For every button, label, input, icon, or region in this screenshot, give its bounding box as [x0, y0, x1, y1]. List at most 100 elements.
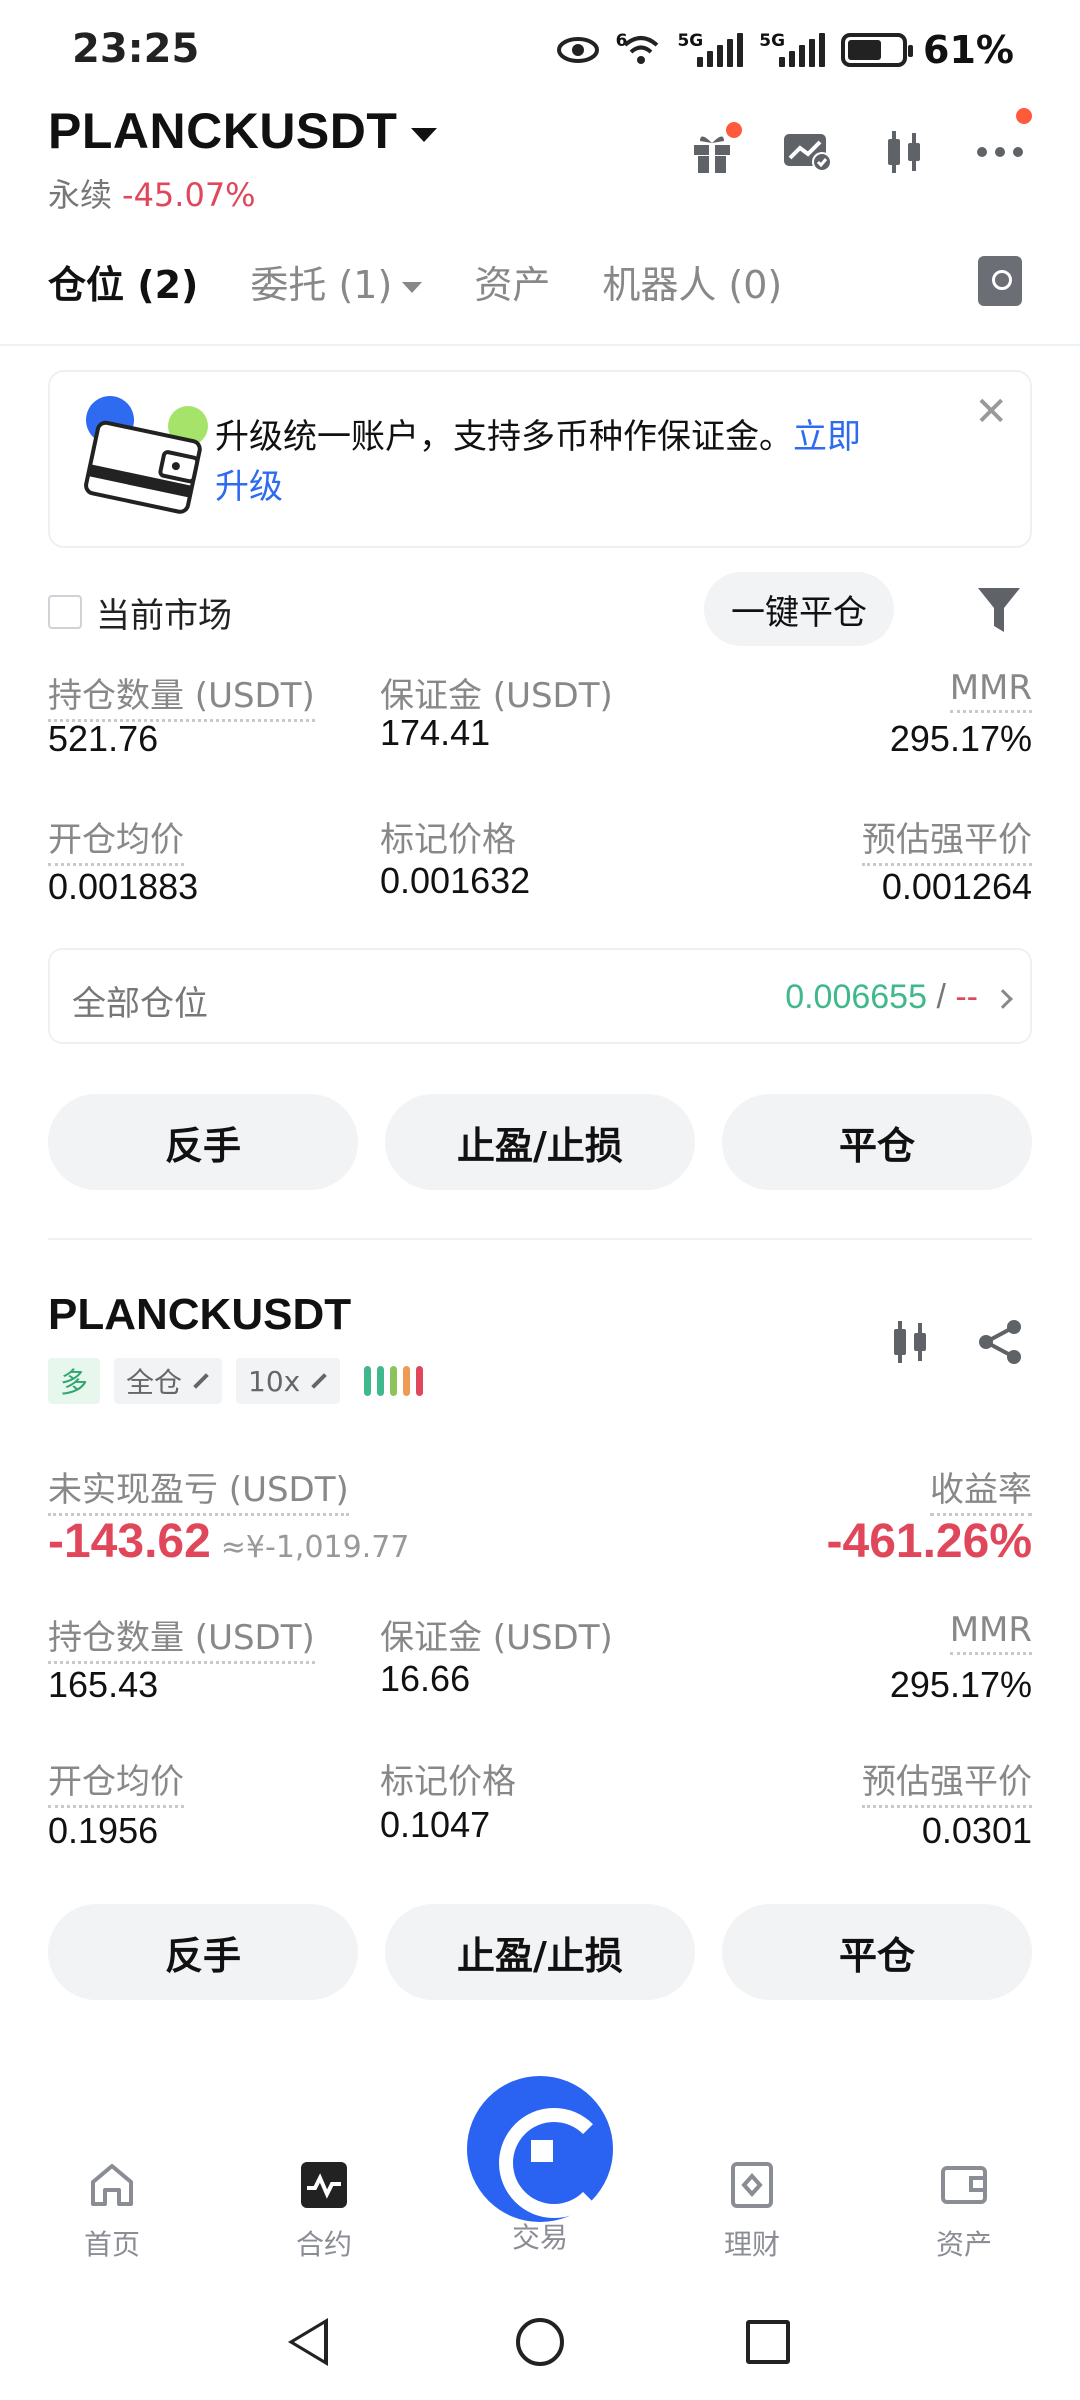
- all-positions-amount: 0.006655: [785, 978, 927, 1016]
- notification-dot: [1016, 108, 1032, 124]
- upgrade-link[interactable]: 立即: [793, 417, 861, 457]
- all-positions-sep: /: [927, 978, 956, 1016]
- nav-assets-label: 资产: [935, 2228, 992, 2261]
- upnl-label[interactable]: 未实现盈亏 (USDT): [48, 1462, 349, 1516]
- battery-percent: 61%: [923, 28, 1014, 72]
- finance-icon: [731, 2162, 773, 2208]
- mark-value: 0.1047: [380, 1804, 491, 1845]
- price-change: -45.07%: [122, 176, 256, 214]
- candlestick-icon[interactable]: [878, 126, 930, 178]
- nav-finance[interactable]: 理财: [692, 2160, 812, 2263]
- margin-value: 174.41: [380, 712, 491, 753]
- candlestick-icon[interactable]: [888, 1319, 932, 1365]
- mmr-label[interactable]: MMR: [949, 668, 1032, 713]
- tpsl-button[interactable]: 止盈/止损: [385, 1904, 695, 2000]
- reverse-button[interactable]: 反手: [48, 1904, 358, 2000]
- nav-trade[interactable]: 交易: [480, 2216, 600, 2256]
- contract-type: 永续: [48, 176, 113, 214]
- entry-value: 0.001883: [48, 866, 199, 907]
- tab-bots[interactable]: 机器人 (0): [602, 254, 782, 309]
- recent-apps-icon[interactable]: [746, 2320, 790, 2364]
- mmr-label[interactable]: MMR: [949, 1610, 1032, 1655]
- roe-label[interactable]: 收益率: [930, 1462, 1032, 1516]
- nav-futures[interactable]: 合约: [264, 2160, 384, 2263]
- tab-orders-label: 委托 (1): [250, 263, 393, 307]
- entry-label[interactable]: 开仓均价: [48, 1754, 184, 1808]
- tab-positions[interactable]: 仓位 (2): [48, 254, 198, 309]
- entry-label[interactable]: 开仓均价: [48, 812, 184, 866]
- liq-value: 0.0301: [921, 1810, 1032, 1851]
- status-icons: 6 5G 5G 61%: [556, 28, 1014, 72]
- liq-value: 0.001264: [881, 866, 1032, 907]
- margin-value: 16.66: [380, 1658, 471, 1699]
- mark-value: 0.001632: [380, 860, 531, 901]
- divider: [48, 1238, 1032, 1240]
- leverage-label: 10x: [248, 1364, 301, 1398]
- position-badges: 多 全仓 10x: [48, 1358, 424, 1404]
- pos-qty-value: 521.76: [48, 718, 159, 759]
- header-actions: [686, 108, 1032, 178]
- nav-home[interactable]: 首页: [52, 2160, 172, 2263]
- notification-dot: [726, 122, 742, 138]
- reverse-button[interactable]: 反手: [48, 1094, 358, 1190]
- tpsl-button[interactable]: 止盈/止损: [385, 1094, 695, 1190]
- liq-label[interactable]: 预估强平价: [862, 1754, 1032, 1808]
- mark-label: 标记价格: [380, 820, 516, 860]
- eye-icon: [556, 37, 599, 63]
- mmr-value: 295.17%: [889, 718, 1032, 759]
- history-icon[interactable]: [978, 256, 1022, 306]
- nav-home-label: 首页: [83, 2228, 140, 2261]
- all-positions-label: 全部仓位: [72, 984, 208, 1024]
- chevron-right-icon: [993, 989, 1013, 1009]
- edit-icon: [193, 1373, 209, 1389]
- close-icon[interactable]: ✕: [974, 392, 1008, 432]
- back-icon[interactable]: [288, 2318, 328, 2366]
- roe-value: -461.26%: [826, 1515, 1032, 1568]
- position-symbol[interactable]: PLANCKUSDT: [48, 1290, 351, 1340]
- symbol-subline: 永续 -45.07%: [48, 170, 256, 216]
- current-market-checkbox[interactable]: [48, 595, 82, 629]
- liq-label[interactable]: 预估强平价: [862, 812, 1032, 866]
- close-position-button[interactable]: 平仓: [722, 1094, 1032, 1190]
- home-icon: [91, 2164, 133, 2206]
- more-icon[interactable]: [974, 108, 1032, 178]
- chart-check-icon[interactable]: [782, 126, 834, 178]
- nav-futures-label: 合约: [295, 2228, 352, 2261]
- edit-icon: [311, 1373, 328, 1389]
- futures-icon: [301, 2162, 347, 2208]
- trade-icon[interactable]: [467, 2076, 613, 2222]
- leverage-badge[interactable]: 10x: [236, 1358, 341, 1404]
- position-actions: [888, 1318, 1024, 1366]
- mmr-value: 295.17%: [889, 1664, 1032, 1705]
- divider: [0, 344, 1080, 346]
- close-position-button[interactable]: 平仓: [722, 1904, 1032, 2000]
- pos-qty-value: 165.43: [48, 1664, 159, 1705]
- filter-icon[interactable]: [976, 584, 1022, 636]
- all-positions-value: 0.006655 / --: [785, 978, 1013, 1017]
- nav-finance-label: 理财: [723, 2228, 780, 2261]
- upnl-row: -143.62 ≈¥-1,019.77: [48, 1514, 409, 1569]
- wallet-icon: [84, 396, 208, 514]
- close-all-button[interactable]: 一键平仓: [704, 572, 894, 646]
- tab-orders[interactable]: 委托 (1): [250, 254, 423, 309]
- pos-qty-label[interactable]: 持仓数量 (USDT): [48, 1610, 315, 1664]
- share-icon[interactable]: [976, 1318, 1024, 1366]
- position-tabs: 仓位 (2) 委托 (1) 资产 机器人 (0): [48, 254, 782, 309]
- nav-trade-label: 交易: [511, 2221, 568, 2254]
- symbol-name: PLANCKUSDT: [48, 103, 398, 159]
- signal2-icon: 5G: [759, 33, 826, 67]
- home-button-icon[interactable]: [516, 2318, 564, 2366]
- pos-qty-label[interactable]: 持仓数量 (USDT): [48, 668, 315, 722]
- margin-mode-badge[interactable]: 全仓: [114, 1358, 223, 1404]
- wallet-icon: [941, 2166, 987, 2204]
- margin-mode-label: 全仓: [126, 1366, 183, 1399]
- banner-text: 升级统一账户，支持多币种作保证金。立即 升级: [215, 412, 975, 512]
- risk-level-icon: [364, 1366, 424, 1396]
- signal1-icon: 5G: [677, 33, 744, 67]
- symbol-selector[interactable]: PLANCKUSDT: [48, 102, 438, 160]
- nav-assets[interactable]: 资产: [904, 2160, 1024, 2263]
- upgrade-link-2[interactable]: 升级: [215, 467, 283, 507]
- gift-icon[interactable]: [686, 122, 742, 178]
- tab-assets[interactable]: 资产: [474, 254, 550, 309]
- upnl-cny: ≈¥-1,019.77: [220, 1530, 410, 1565]
